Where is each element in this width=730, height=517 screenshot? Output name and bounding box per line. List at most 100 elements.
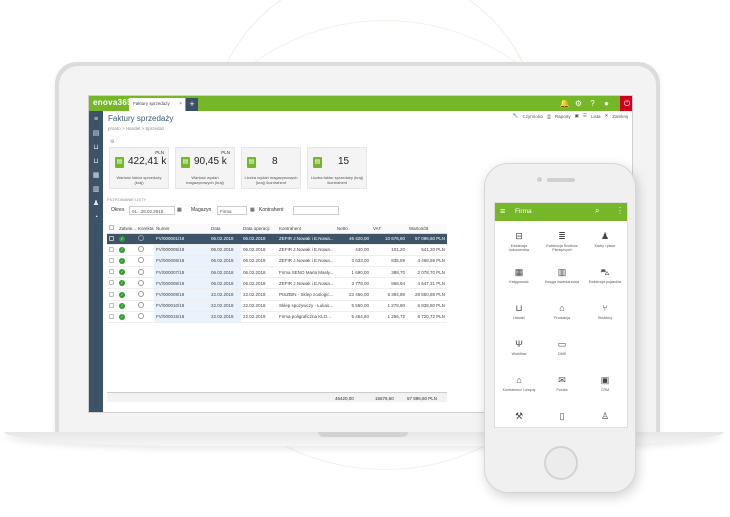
- calculator-icon[interactable]: ▦: [91, 171, 101, 180]
- table-row[interactable]: ✓ FV/000015/18 22.02.2018 22.02.2018 Firma p…: [107, 311, 447, 324]
- cell-vat: 835,59: [371, 255, 407, 268]
- magazyn-select[interactable]: Firma: [217, 206, 247, 215]
- layout-icon[interactable]: ▣: [575, 113, 579, 119]
- mobile-tile-label: Ewidencja pojazdów: [588, 280, 622, 284]
- search-icon[interactable]: ⌕: [595, 206, 599, 216]
- row-checkbox[interactable]: [107, 244, 117, 256]
- cell-vat: 101,20: [371, 244, 407, 256]
- menu-icon[interactable]: ≡: [500, 206, 505, 216]
- table-row[interactable]: ✓ FV/000010/18 22.02.2018 22.02.2018 Sklep s…: [107, 300, 447, 312]
- column-header[interactable]: WartośćB: [407, 224, 447, 234]
- kpi-card[interactable]: ▤ 8 Liczba wydań magazynowych (kraj) /ko…: [241, 147, 301, 189]
- kpi-card[interactable]: PLN ▤ 90,45 k Wartość wydań magazynowych…: [175, 147, 235, 189]
- column-header[interactable]: Netto: [335, 224, 371, 234]
- row-checkbox[interactable]: [107, 311, 117, 324]
- table-row[interactable]: ✓ FV/000009/18 22.02.2018 22.02.2018 PISZBIN…: [107, 288, 447, 301]
- calendar-icon[interactable]: ▦: [177, 207, 182, 213]
- kpi-value: 422,41 k: [128, 156, 167, 167]
- bell-icon[interactable]: 🔔: [559, 98, 570, 109]
- tab-faktury[interactable]: Faktury sprzedaży ×: [129, 98, 185, 111]
- column-header[interactable]: Zatwie...: [117, 224, 136, 234]
- breadcrumb[interactable]: pronto > Handel > Sprzedaż: [108, 126, 164, 131]
- power-icon[interactable]: ⏻: [620, 96, 632, 111]
- mobile-tile[interactable]: ⚒: [499, 405, 539, 427]
- row-checkbox[interactable]: [107, 255, 117, 268]
- home-button[interactable]: [544, 446, 578, 480]
- document-icon: ▤: [313, 157, 322, 168]
- column-header[interactable]: Data operacji: [241, 224, 277, 234]
- mail-icon: ✉: [558, 375, 566, 385]
- cell-data: 22.02.2018: [209, 300, 241, 312]
- document-icon[interactable]: ▤: [91, 129, 101, 138]
- kontrahent-input[interactable]: [293, 206, 339, 215]
- gear-icon[interactable]: ⚙: [110, 139, 114, 145]
- total-netto: 46420,00: [335, 396, 354, 401]
- column-header[interactable]: Numer: [154, 224, 209, 234]
- filter-section-label[interactable]: FILTROWANIE LISTY: [107, 197, 146, 202]
- cell-kontrahent: PISZBIN - Sklep zoologic...: [277, 288, 335, 301]
- row-checkbox[interactable]: [107, 266, 117, 279]
- cell-netto: 5 560,00: [335, 300, 371, 312]
- approved-icon: ✓: [117, 233, 136, 245]
- table-row[interactable]: ✓ FV/000008/18 06.02.2018 06.02.2018 ZEFIR J…: [107, 277, 447, 290]
- correction-indicator: [136, 266, 154, 279]
- cart-icon[interactable]: ⊔: [91, 157, 101, 166]
- user-icon[interactable]: ●: [601, 98, 612, 109]
- kpi-card[interactable]: ▤ 15 Liczba faktur sprzedaży (kraj) /kon…: [307, 147, 367, 189]
- select-all-checkbox[interactable]: [107, 224, 117, 234]
- raporty-button[interactable]: Raporty: [555, 114, 571, 119]
- kpi-card[interactable]: PLN ▤ 422,41 k Wartość faktur sprzedaży …: [109, 147, 169, 189]
- cell-numer: FV/000001/18: [154, 233, 209, 245]
- cell-numer: FV/000008/18: [154, 277, 209, 290]
- more-icon[interactable]: ⋮: [616, 206, 624, 215]
- czynnosci-button[interactable]: Czynności: [522, 114, 543, 119]
- total-vat: 15676,60: [375, 396, 394, 401]
- coins-icon: ≣: [558, 231, 566, 241]
- cell-numer: FV/000007/18: [154, 266, 209, 279]
- column-header[interactable]: Korekta: [136, 224, 154, 234]
- mobile-tile-label: Workflow: [511, 352, 527, 356]
- correction-indicator: [136, 233, 154, 245]
- column-header[interactable]: Kontrahent: [277, 224, 335, 234]
- tree-icon: ⑂: [602, 303, 608, 313]
- table-row[interactable]: ✓ FV/000007/18 06.02.2018 06.02.2018 Firma S…: [107, 266, 447, 279]
- lista-button[interactable]: Lista: [591, 114, 601, 119]
- cell-kontrahent: ZEFIR J.Nowak i E.Nowa...: [277, 244, 335, 256]
- app-logo: enova365: [93, 98, 132, 107]
- row-checkbox[interactable]: [107, 288, 117, 301]
- table-row[interactable]: ✓ FV/000006/18 06.02.2018 06.02.2018 ZEFIR J…: [107, 255, 447, 268]
- table-row[interactable]: ✓ FV/000001/18 06.02.2018 06.02.2018 ZEFIR J…: [107, 233, 447, 245]
- zamknij-button[interactable]: Zamknij: [612, 114, 628, 119]
- building-icon: ⌂: [516, 375, 522, 385]
- laptop-notch: [318, 432, 408, 437]
- mobile-tile[interactable]: ♙: [585, 405, 625, 427]
- cell-brutto: 6 720,72 PLN: [407, 311, 447, 324]
- gear-icon[interactable]: ⚙: [573, 98, 584, 109]
- column-header[interactable]: VAT: [371, 224, 407, 234]
- cell-netto: 440,00: [335, 244, 371, 256]
- kpi-value: 8: [272, 156, 278, 167]
- grid-header: Zatwie... Korekta Numer Data Data operac…: [107, 224, 447, 234]
- cell-netto: 3 633,00: [335, 255, 371, 268]
- mobile-tile-label: Struktury: [597, 316, 613, 320]
- row-checkbox[interactable]: [107, 233, 117, 245]
- close-icon[interactable]: ×: [179, 101, 182, 107]
- new-tab-button[interactable]: +: [186, 98, 198, 111]
- chart-icon[interactable]: ◔: [91, 213, 101, 222]
- document-out-icon: ▤: [181, 157, 190, 168]
- menu-icon[interactable]: ≡: [91, 115, 101, 124]
- okres-input[interactable]: 01...28.02.2018: [129, 206, 175, 215]
- mobile-tile-label: Handel: [513, 316, 525, 320]
- mobile-tile[interactable]: ▯: [542, 405, 582, 427]
- cart-icon[interactable]: ⊔: [91, 143, 101, 152]
- row-checkbox[interactable]: [107, 277, 117, 290]
- approved-icon: ✓: [117, 277, 136, 290]
- calendar-icon[interactable]: ▦: [250, 207, 255, 213]
- book-icon[interactable]: ▥: [91, 185, 101, 194]
- person-icon[interactable]: ♟: [91, 199, 101, 208]
- help-icon[interactable]: ?: [587, 98, 598, 109]
- row-checkbox[interactable]: [107, 300, 117, 312]
- table-row[interactable]: ✓ FV/000005/18 06.02.2018 06.02.2018 ZEFIR J…: [107, 244, 447, 256]
- column-header[interactable]: Data: [209, 224, 241, 234]
- cell-kontrahent: ZEFIR J.Nowak i E.Nowa...: [277, 255, 335, 268]
